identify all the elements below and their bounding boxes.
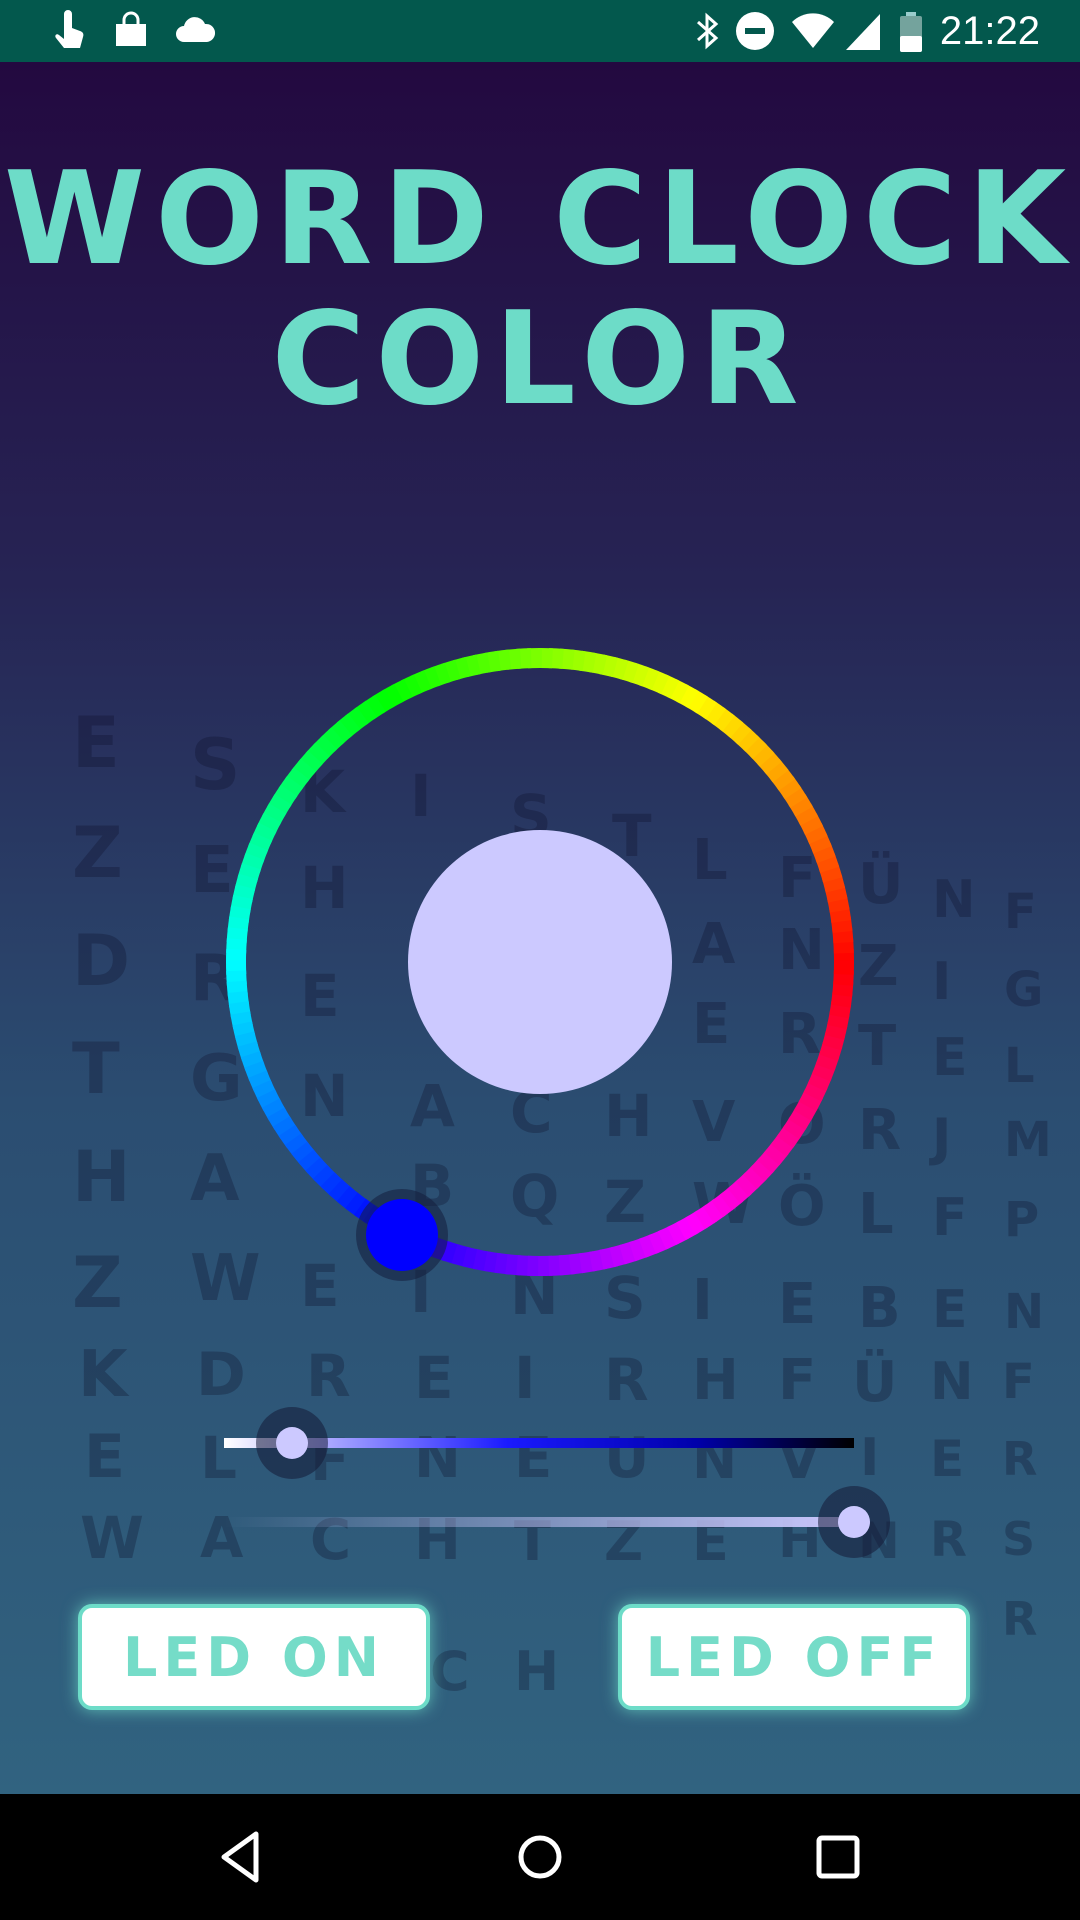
opacity-slider-thumb[interactable] bbox=[838, 1506, 870, 1538]
color-preview bbox=[408, 830, 672, 1094]
led-on-button[interactable]: LED ON bbox=[78, 1604, 430, 1710]
bluetooth-icon bbox=[697, 12, 719, 50]
navigation-bar bbox=[0, 1794, 1080, 1920]
app-content: E S K I S T L F Ü N F Z E H A N Z I G D … bbox=[0, 62, 1080, 1794]
color-picker bbox=[224, 648, 890, 1558]
home-icon[interactable] bbox=[505, 1822, 575, 1892]
battery-icon bbox=[900, 12, 922, 52]
status-bar: 21:22 bbox=[0, 0, 1080, 62]
cloud-icon bbox=[176, 17, 216, 42]
hue-handle[interactable] bbox=[366, 1199, 438, 1271]
back-icon[interactable] bbox=[206, 1822, 276, 1892]
opacity-slider-track[interactable] bbox=[224, 1517, 854, 1527]
status-time: 21:22 bbox=[939, 9, 1040, 53]
shopping-bag-icon bbox=[116, 11, 146, 46]
led-off-button[interactable]: LED OFF bbox=[618, 1604, 970, 1710]
touch-icon bbox=[55, 10, 84, 48]
recents-icon[interactable] bbox=[803, 1822, 873, 1892]
do-not-disturb-icon bbox=[736, 12, 774, 50]
wifi-icon bbox=[792, 13, 834, 49]
saturation-slider-thumb[interactable] bbox=[276, 1427, 308, 1459]
cell-signal-icon bbox=[846, 14, 880, 50]
